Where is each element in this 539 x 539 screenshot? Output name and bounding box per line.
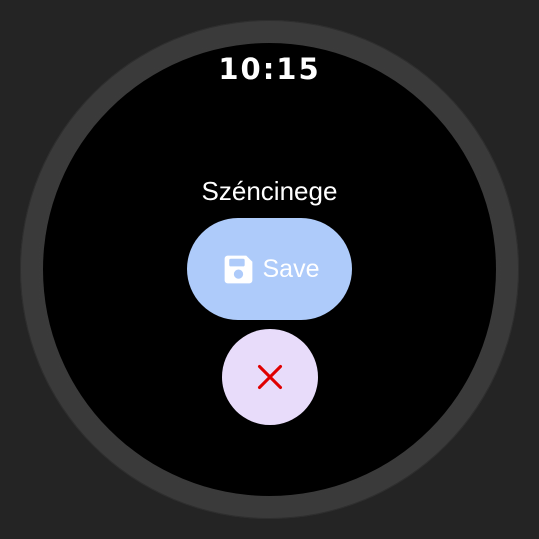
clock-time: 10:15 (218, 52, 321, 86)
save-button[interactable]: Save (187, 218, 352, 320)
save-button-label: Save (262, 254, 320, 283)
watch-frame: 10:15 Széncinege Save (0, 0, 539, 539)
close-icon (257, 364, 283, 390)
dialog-title: Széncinege (201, 176, 338, 206)
cancel-button[interactable] (222, 329, 318, 425)
watch-screen: 10:15 Széncinege Save (43, 43, 496, 496)
save-icon (224, 255, 252, 283)
